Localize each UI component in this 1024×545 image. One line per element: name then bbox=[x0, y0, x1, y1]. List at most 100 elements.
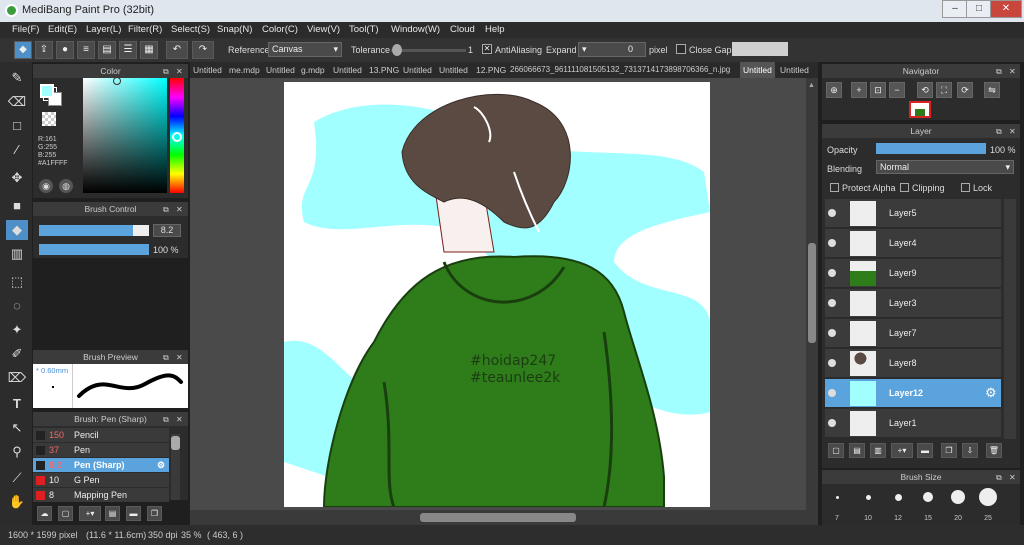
maximize-button[interactable]: □ bbox=[966, 0, 992, 18]
layer-row-layer3[interactable]: Layer3 bbox=[825, 289, 1001, 318]
brush-item-pen[interactable]: 37 Pen bbox=[33, 443, 169, 457]
eraser-tool-icon[interactable]: ⌫ bbox=[6, 92, 28, 112]
brush-list-scroll-thumb[interactable] bbox=[171, 436, 180, 450]
tab-me-mdp[interactable]: me.mdp bbox=[226, 62, 263, 78]
tab-untitled[interactable]: Untitled bbox=[436, 62, 471, 78]
tolerance-slider-handle[interactable] bbox=[392, 44, 402, 56]
popout-icon[interactable]: ⧉ bbox=[996, 125, 1002, 139]
brush-size-25[interactable]: 25 bbox=[973, 484, 1003, 524]
brush-item-mapping-pen[interactable]: 8 Mapping Pen bbox=[33, 488, 169, 502]
menu-window[interactable]: Window(W) bbox=[391, 24, 440, 35]
close-icon[interactable]: ✕ bbox=[1009, 471, 1016, 485]
tab-untitled[interactable]: Untitled bbox=[190, 62, 225, 78]
hand-tool-icon[interactable]: ✋ bbox=[6, 492, 28, 512]
menu-snap[interactable]: Snap(N) bbox=[217, 24, 252, 35]
menu-icon[interactable]: ☰ bbox=[119, 41, 137, 59]
popout-icon[interactable]: ⧉ bbox=[163, 65, 169, 79]
eyedropper-tool-icon[interactable]: ⚲ bbox=[6, 442, 28, 462]
duplicate-layer-icon[interactable]: ❐ bbox=[941, 443, 957, 458]
brush-size-12[interactable]: 12 bbox=[883, 484, 913, 524]
minimize-button[interactable]: – bbox=[942, 0, 968, 18]
undo-icon[interactable]: ↶ bbox=[166, 41, 188, 59]
cloud-download-icon[interactable]: ☁ bbox=[37, 506, 52, 521]
brush-item-g-pen[interactable]: 10 G Pen bbox=[33, 473, 169, 487]
visibility-eye-icon[interactable] bbox=[828, 419, 836, 427]
brush-tool-icon[interactable]: ⁄ bbox=[6, 140, 28, 160]
close-icon[interactable]: ✕ bbox=[176, 65, 183, 79]
brush-size-value[interactable]: 8.2 bbox=[153, 224, 181, 237]
tab-untitled[interactable]: Untitled bbox=[263, 62, 298, 78]
comment-icon[interactable]: ● bbox=[56, 41, 74, 59]
swatch-icon[interactable]: ◍ bbox=[59, 179, 73, 193]
zoom-in-icon[interactable]: + bbox=[851, 82, 867, 98]
closegaps-value[interactable] bbox=[732, 42, 788, 56]
popout-icon[interactable]: ⧉ bbox=[996, 471, 1002, 485]
flip-icon[interactable]: ⇋ bbox=[984, 82, 1000, 98]
visibility-eye-icon[interactable] bbox=[828, 239, 836, 247]
transparent-swatch[interactable] bbox=[42, 112, 56, 126]
closegaps-checkbox[interactable] bbox=[676, 44, 686, 54]
reference-select[interactable]: Canvas ▾ bbox=[268, 42, 342, 57]
fit-screen-icon[interactable]: ⛶ bbox=[936, 82, 952, 98]
tab-untitled[interactable]: Untitled bbox=[777, 62, 812, 78]
folder-icon[interactable]: ▬ bbox=[126, 506, 141, 521]
brush-size-7[interactable]: 7 bbox=[822, 484, 852, 524]
select-eraser-icon[interactable]: ⌦ bbox=[6, 368, 28, 388]
merge-layer-icon[interactable]: ⇩ bbox=[962, 443, 978, 458]
new-brush-icon[interactable]: ▢ bbox=[58, 506, 73, 521]
menu-layer[interactable]: Layer(L) bbox=[86, 24, 121, 35]
expand-spinbox[interactable]: ▾ 0 bbox=[578, 42, 646, 57]
close-icon[interactable]: ✕ bbox=[176, 351, 183, 365]
menu-file[interactable]: File(F) bbox=[12, 24, 39, 35]
layer-row-layer12[interactable]: Layer12 ⚙ bbox=[825, 379, 1001, 408]
fill-rect-tool-icon[interactable]: ■ bbox=[6, 196, 28, 216]
add-layer-menu-icon[interactable]: +▾ bbox=[891, 443, 913, 458]
new-halftone-layer-icon[interactable]: ▤ bbox=[849, 443, 865, 458]
brush-opacity-slider[interactable] bbox=[39, 244, 149, 255]
layer-folder-icon[interactable]: ▬ bbox=[917, 443, 933, 458]
select-tool-icon[interactable]: ⬚ bbox=[6, 272, 28, 292]
hue-cursor[interactable] bbox=[172, 132, 182, 142]
close-button[interactable]: ✕ bbox=[990, 0, 1022, 18]
add-brush-icon[interactable]: +▾ bbox=[79, 506, 101, 521]
close-icon[interactable]: ✕ bbox=[176, 413, 183, 427]
menu-edit[interactable]: Edit(E) bbox=[48, 24, 77, 35]
grid-icon[interactable]: ▦ bbox=[140, 41, 158, 59]
bucket-tool-icon[interactable]: ◆ bbox=[6, 220, 28, 240]
magic-wand-icon[interactable]: ✦ bbox=[6, 320, 28, 340]
layer-row-layer7[interactable]: Layer7 bbox=[825, 319, 1001, 348]
gradient-tool-icon[interactable]: ▥ bbox=[6, 244, 28, 264]
layer-opacity-slider[interactable] bbox=[876, 143, 986, 154]
layer-row-layer4[interactable]: Layer4 bbox=[825, 229, 1001, 258]
visibility-eye-icon[interactable] bbox=[828, 269, 836, 277]
brush-size-10[interactable]: 10 bbox=[853, 484, 883, 524]
visibility-eye-icon[interactable] bbox=[828, 209, 836, 217]
tab-12-png[interactable]: 12.PNG bbox=[473, 62, 509, 78]
menu-help[interactable]: Help bbox=[485, 24, 505, 35]
rotate-right-icon[interactable]: ⟳ bbox=[957, 82, 973, 98]
menu-filter[interactable]: Filter(R) bbox=[128, 24, 162, 35]
duplicate-icon[interactable]: ❐ bbox=[147, 506, 162, 521]
brush-size-slider[interactable] bbox=[39, 225, 149, 236]
brush-settings-icon[interactable]: ▤ bbox=[105, 506, 120, 521]
gear-icon[interactable]: ⚙ bbox=[985, 385, 997, 401]
tab-untitled[interactable]: Untitled bbox=[400, 62, 435, 78]
visibility-eye-icon[interactable] bbox=[828, 359, 836, 367]
menu-view[interactable]: View(V) bbox=[307, 24, 340, 35]
layer-row-layer1[interactable]: Layer1 bbox=[825, 409, 1001, 438]
gear-icon[interactable]: ⚙ bbox=[157, 458, 165, 472]
zoom-fit-icon[interactable]: ⊕ bbox=[826, 82, 842, 98]
text-tool-icon[interactable]: T bbox=[6, 394, 28, 414]
color-sv-picker[interactable] bbox=[83, 78, 167, 193]
lasso-tool-icon[interactable]: ◌ bbox=[6, 296, 28, 316]
blending-select[interactable]: Normal ▾ bbox=[876, 160, 1014, 174]
tab-untitled-active[interactable]: Untitled bbox=[740, 62, 775, 78]
popout-icon[interactable]: ⧉ bbox=[996, 65, 1002, 79]
brush-list-scrollbar[interactable] bbox=[171, 434, 180, 500]
select-pen-icon[interactable]: ✐ bbox=[6, 344, 28, 364]
primary-color[interactable] bbox=[40, 84, 54, 98]
layer-row-layer8[interactable]: Layer8 bbox=[825, 349, 1001, 378]
export-icon[interactable]: ⇪ bbox=[35, 41, 53, 59]
brush-item-pen-sharp[interactable]: 8.2 Pen (Sharp) ⚙ bbox=[33, 458, 169, 472]
horizontal-scroll-thumb[interactable] bbox=[420, 513, 576, 522]
